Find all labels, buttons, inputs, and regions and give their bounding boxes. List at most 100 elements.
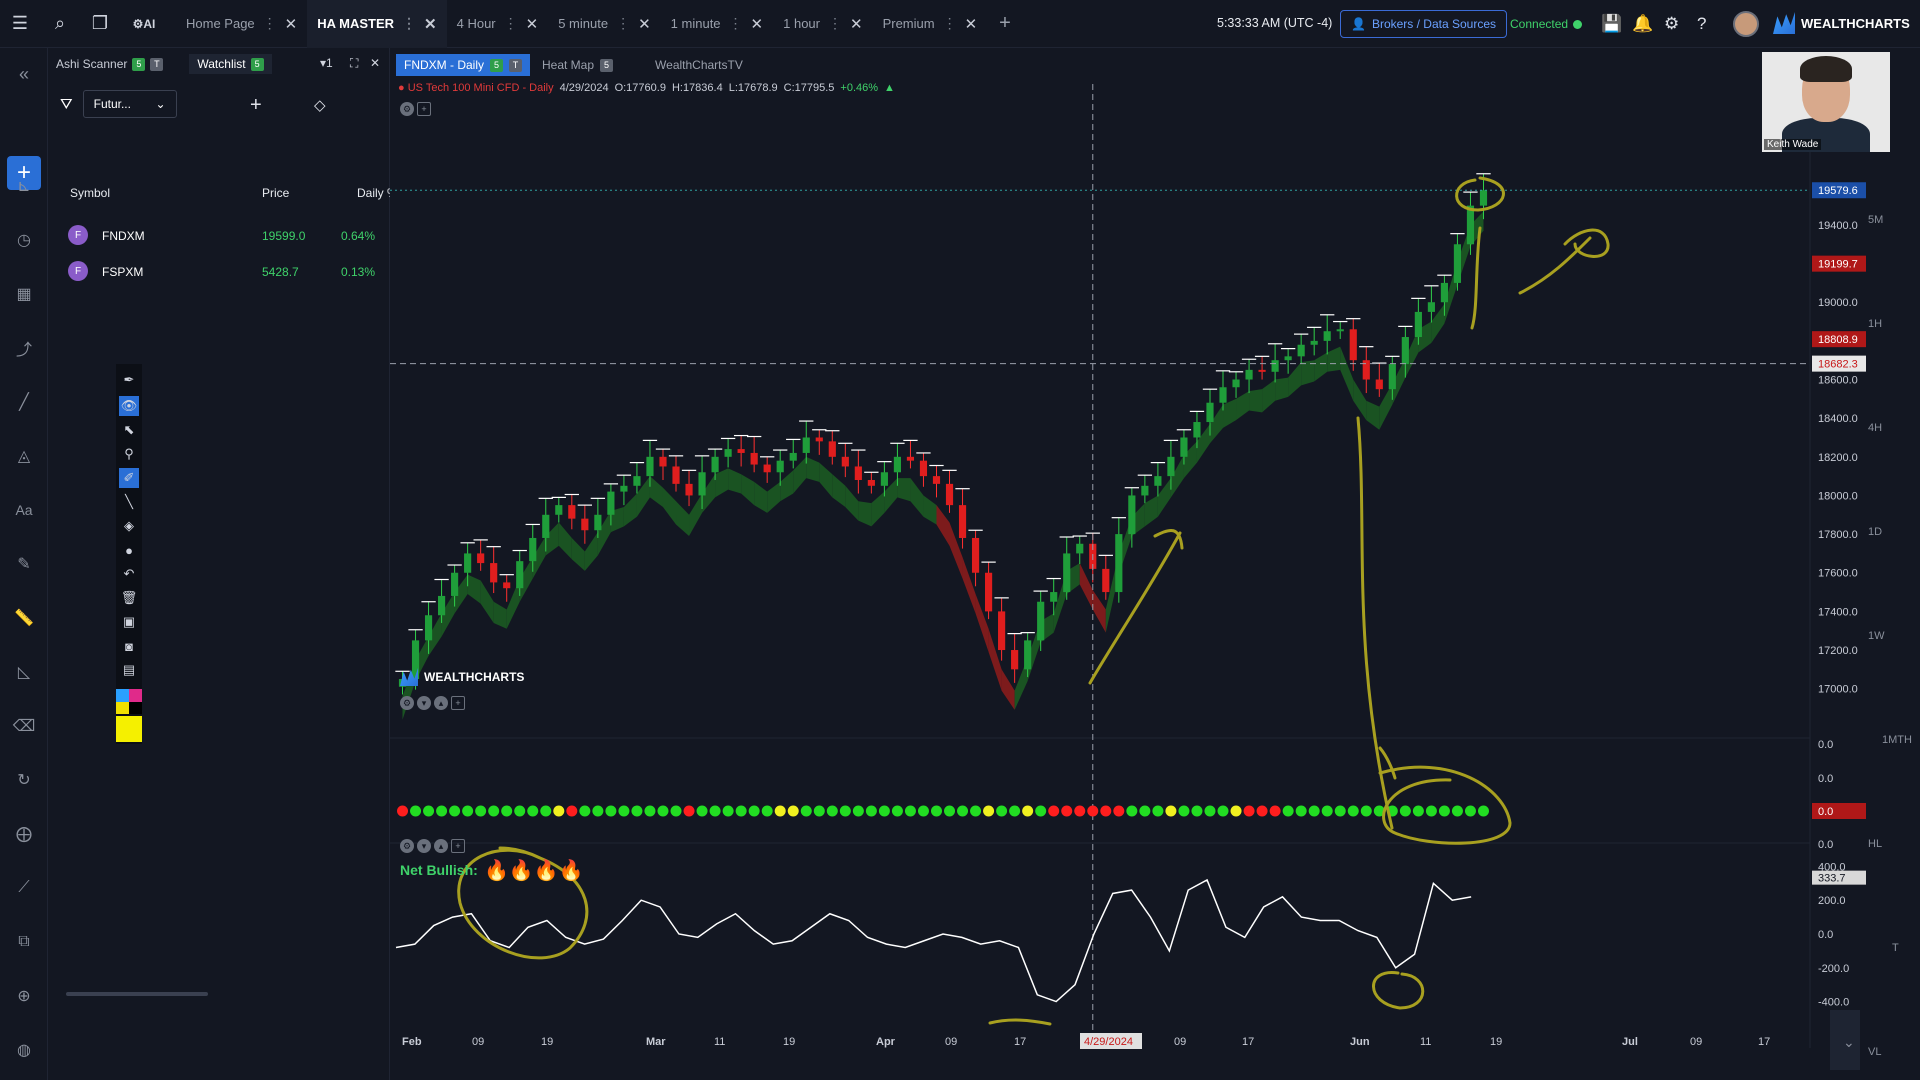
close-icon[interactable]: ✕ xyxy=(526,15,539,33)
more-icon[interactable]: ⋮ xyxy=(263,15,277,32)
color-swatch-black[interactable] xyxy=(129,702,142,714)
brokers-button[interactable]: 👤 Brokers / Data Sources xyxy=(1340,10,1508,38)
add-icon[interactable]: + xyxy=(451,696,465,710)
line-icon[interactable]: ╲ xyxy=(119,492,139,512)
search-icon[interactable]: ⌕ xyxy=(40,0,80,48)
calendar-icon[interactable]: ▦ xyxy=(12,282,36,306)
save-icon[interactable]: 💾 xyxy=(1601,14,1622,34)
clipboard-icon[interactable]: ▤ xyxy=(119,660,139,680)
close-icon[interactable]: ✕ xyxy=(370,56,380,70)
chart-type-icon[interactable]: ⊾ xyxy=(12,174,36,198)
column-symbol[interactable]: Symbol xyxy=(70,186,110,200)
settings-icon[interactable]: ⚙ xyxy=(400,696,414,710)
more-icon[interactable]: ⋮ xyxy=(504,15,518,32)
refresh-icon[interactable]: ↻ xyxy=(12,768,36,792)
close-icon[interactable]: ✕ xyxy=(638,15,651,33)
tab-5-minute[interactable]: 5 minute ⋮ ✕ xyxy=(548,0,660,48)
eraser-icon[interactable]: ◇ xyxy=(314,96,326,114)
pencil-icon[interactable]: ✎ xyxy=(12,552,36,576)
add-icon[interactable]: + xyxy=(451,839,465,853)
eraser-icon[interactable]: ⌫ xyxy=(12,714,36,738)
tab-1-hour[interactable]: 1 hour ⋮ ✕ xyxy=(773,0,872,48)
indicator-icon[interactable]: ⨁ xyxy=(12,822,36,846)
more-icon[interactable]: ⋮ xyxy=(729,15,743,32)
bell-icon[interactable]: 🔔 xyxy=(1632,14,1653,34)
screen-icon[interactable]: ▣ xyxy=(119,612,139,632)
globe-icon[interactable]: ◍ xyxy=(12,1038,36,1062)
settings-icon[interactable]: ⚙ xyxy=(400,839,414,853)
trend-icon[interactable]: ⤴ xyxy=(12,336,36,360)
close-icon[interactable]: ✕ xyxy=(285,15,298,33)
close-icon[interactable]: ✕ xyxy=(850,15,863,33)
active-color-swatch[interactable] xyxy=(116,716,142,742)
eye-icon[interactable]: 👁 xyxy=(119,396,139,416)
eraser-icon[interactable]: ◈ xyxy=(119,516,139,536)
chevron-down-icon[interactable]: ▾ xyxy=(417,696,431,710)
help-icon[interactable]: ? xyxy=(1697,14,1706,34)
target-icon[interactable]: ⊕ xyxy=(12,984,36,1008)
brush-size-icon[interactable]: ● xyxy=(119,540,139,560)
magnet-icon[interactable]: ⚲ xyxy=(119,444,139,464)
shapes-icon[interactable]: ◬ xyxy=(12,444,36,468)
chevron-down-icon[interactable]: ▾ xyxy=(417,839,431,853)
more-icon[interactable]: ⋮ xyxy=(402,15,416,32)
column-daily-change[interactable]: Daily % xyxy=(357,186,390,200)
more-icon[interactable]: ⋮ xyxy=(828,15,842,32)
tab-4-hour[interactable]: 4 Hour ⋮ ✕ xyxy=(447,0,549,48)
trash-icon[interactable]: 🗑 xyxy=(119,588,139,608)
close-icon[interactable]: ✕ xyxy=(965,15,978,33)
pen-tip-icon[interactable]: ✒ xyxy=(119,370,139,390)
chevron-up-icon[interactable]: ▴ xyxy=(434,696,448,710)
tab-home-page[interactable]: Home Page ⋮ ✕ xyxy=(176,0,307,48)
timeframe-1w[interactable]: 1W xyxy=(1868,630,1885,642)
menu-icon[interactable]: ☰ xyxy=(0,0,40,48)
color-swatch-blue[interactable] xyxy=(116,689,129,702)
color-swatch-pink[interactable] xyxy=(129,689,142,702)
horizontal-scrollbar[interactable] xyxy=(66,992,208,996)
cursor-icon[interactable]: ⬉ xyxy=(119,420,139,440)
ruler-icon[interactable]: 📏 xyxy=(12,606,36,630)
scanner-icon[interactable]: ⟋ xyxy=(12,876,36,900)
more-icon[interactable]: ⋮ xyxy=(616,15,630,32)
tab-premium[interactable]: Premium ⋮ ✕ xyxy=(873,0,988,48)
add-tab-button[interactable]: + xyxy=(987,12,1023,35)
timeframe-vl[interactable]: VL xyxy=(1868,1046,1881,1058)
timeframe-4h[interactable]: 4H xyxy=(1868,422,1882,434)
text-tool-icon[interactable]: Aa xyxy=(12,498,36,522)
measure-icon[interactable]: ◺ xyxy=(12,660,36,684)
clock-icon[interactable]: ◷ xyxy=(12,228,36,252)
layouts-icon[interactable]: ❐ xyxy=(80,0,120,48)
more-icon[interactable]: ⋮ xyxy=(943,15,957,32)
highlighter-icon[interactable]: ✐ xyxy=(119,468,139,488)
tab-ashi-scanner[interactable]: Ashi Scanner 5 T xyxy=(48,57,171,71)
tab-watchlist[interactable]: Watchlist 5 xyxy=(189,54,272,74)
collapse-panel-icon[interactable]: « xyxy=(12,62,36,86)
filter-icon[interactable]: ⛛ xyxy=(60,96,73,113)
tab-ha-master[interactable]: HA MASTER ⋮ ✕ xyxy=(307,0,447,48)
expand-icon[interactable]: ⛶ xyxy=(350,56,358,71)
timeframe-1d[interactable]: 1D xyxy=(1868,526,1882,538)
copy-icon[interactable]: ⧉ xyxy=(12,930,36,954)
undo-icon[interactable]: ↶ xyxy=(119,564,139,584)
line-tool-icon[interactable]: ╱ xyxy=(12,390,36,414)
chevron-up-icon[interactable]: ▴ xyxy=(434,839,448,853)
table-row[interactable]: F FNDXM 19599.0 0.64% xyxy=(48,218,390,252)
avatar[interactable] xyxy=(1733,11,1759,37)
close-icon[interactable]: ✕ xyxy=(424,15,437,33)
tab-1-minute[interactable]: 1 minute ⋮ ✕ xyxy=(661,0,773,48)
timeframe-hl[interactable]: HL xyxy=(1868,838,1882,850)
add-symbol-button[interactable]: + xyxy=(250,94,262,117)
watchlist-count[interactable]: ▾1 xyxy=(320,56,333,70)
timeframe-1mth[interactable]: 1MTH xyxy=(1882,734,1912,746)
ai-icon[interactable]: ⚙ AI xyxy=(120,0,168,48)
close-icon[interactable]: ✕ xyxy=(751,15,764,33)
camera-icon[interactable]: ◙ xyxy=(119,636,139,656)
futures-select[interactable]: Futur... ⌄ xyxy=(82,90,177,118)
table-row[interactable]: F FSPXM 5428.7 0.13% xyxy=(48,254,390,288)
color-swatch-yellow[interactable] xyxy=(116,702,129,714)
timeframe-t[interactable]: T xyxy=(1892,942,1899,954)
gear-icon[interactable]: ⚙ xyxy=(1664,14,1679,34)
timeframe-5m[interactable]: 5M xyxy=(1868,214,1883,226)
column-price[interactable]: Price xyxy=(262,186,289,200)
timeframe-1h[interactable]: 1H xyxy=(1868,318,1882,330)
